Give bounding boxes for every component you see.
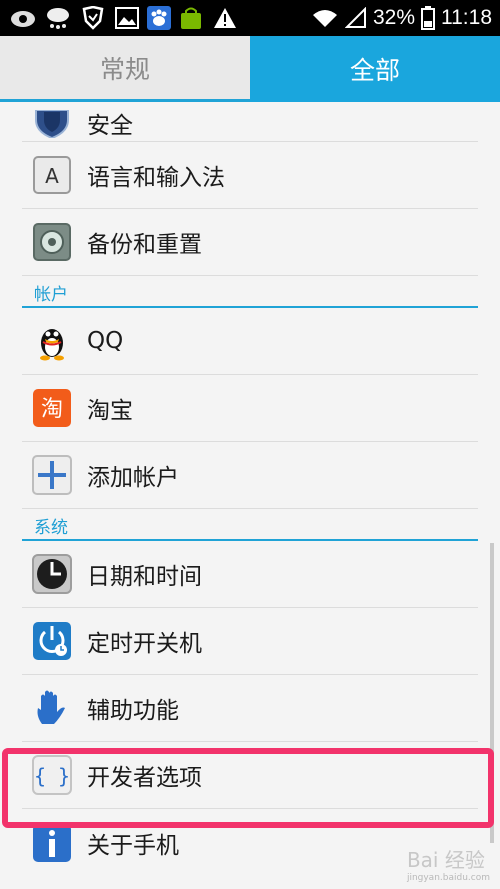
battery-percent: 32% xyxy=(372,6,415,29)
settings-item-date-time[interactable]: 日期和时间 xyxy=(22,541,478,608)
status-bar: 32% 11:18 xyxy=(0,0,500,36)
clock-icon xyxy=(32,554,72,594)
status-right: 32% 11:18 xyxy=(311,0,492,36)
settings-item-accessibility[interactable]: 辅助功能 xyxy=(22,675,478,742)
settings-item-scheduled-power[interactable]: 定时开关机 xyxy=(22,608,478,675)
settings-item-label: 备份和重置 xyxy=(87,232,202,258)
baidu-app-icon xyxy=(146,6,172,30)
warning-icon xyxy=(212,6,238,30)
language-icon: A xyxy=(32,155,72,195)
tab-general-label: 常规 xyxy=(99,54,150,84)
signal-icon xyxy=(344,7,366,28)
tab-bar: 常规 全部 xyxy=(0,36,500,102)
settings-item-add-account[interactable]: 添加帐户 xyxy=(22,442,478,509)
svg-text:A: A xyxy=(45,164,59,188)
wifi-icon xyxy=(312,10,337,27)
hand-icon xyxy=(32,688,72,728)
settings-item-language[interactable]: A 语言和输入法 xyxy=(22,142,478,209)
tab-all[interactable]: 全部 xyxy=(250,36,500,102)
weather-icon xyxy=(44,6,72,30)
settings-item-label: 语言和输入法 xyxy=(87,165,225,191)
settings-item-label: 辅助功能 xyxy=(87,698,179,724)
settings-item-label: 添加帐户 xyxy=(87,465,179,491)
settings-item-backup[interactable]: 备份和重置 xyxy=(22,209,478,276)
watermark: Bai 经验 jingyan.baidu.com xyxy=(407,844,490,883)
section-header-label: 系统 xyxy=(34,518,68,538)
settings-item-label: 安全 xyxy=(87,113,133,139)
add-icon xyxy=(32,455,72,495)
shield-status-icon xyxy=(80,6,106,30)
watermark-sub: jingyan.baidu.com xyxy=(406,873,490,883)
settings-item-label: 关于手机 xyxy=(87,832,179,859)
backup-icon xyxy=(32,222,72,262)
section-header-label: 帐户 xyxy=(34,285,68,305)
image-icon xyxy=(114,6,140,30)
settings-item-security[interactable]: 安全 xyxy=(22,102,478,142)
settings-item-label: 淘宝 xyxy=(87,398,133,424)
taobao-icon-glyph: 淘 xyxy=(41,397,63,422)
section-header-accounts: 帐户 xyxy=(22,276,478,308)
tab-all-label: 全部 xyxy=(349,56,400,85)
settings-item-qq[interactable]: QQ xyxy=(22,308,478,375)
settings-item-label: 定时开关机 xyxy=(87,631,202,657)
power-timer-icon xyxy=(32,621,72,661)
watermark-text: Bai 经验 xyxy=(406,848,485,872)
settings-item-taobao[interactable]: 淘 淘宝 xyxy=(22,375,478,442)
highlight-box xyxy=(2,748,494,828)
section-header-system: 系统 xyxy=(22,509,478,541)
cloud-sync-icon xyxy=(8,6,38,30)
qq-icon xyxy=(32,321,72,361)
shopping-bag-icon xyxy=(178,6,204,30)
settings-item-label: 日期和时间 xyxy=(87,564,202,590)
battery-icon xyxy=(421,6,435,30)
clock-time: 11:18 xyxy=(441,6,492,29)
taobao-icon: 淘 xyxy=(32,388,72,428)
settings-item-label: QQ xyxy=(87,328,124,354)
info-icon xyxy=(32,823,72,863)
tab-general[interactable]: 常规 xyxy=(0,36,250,102)
